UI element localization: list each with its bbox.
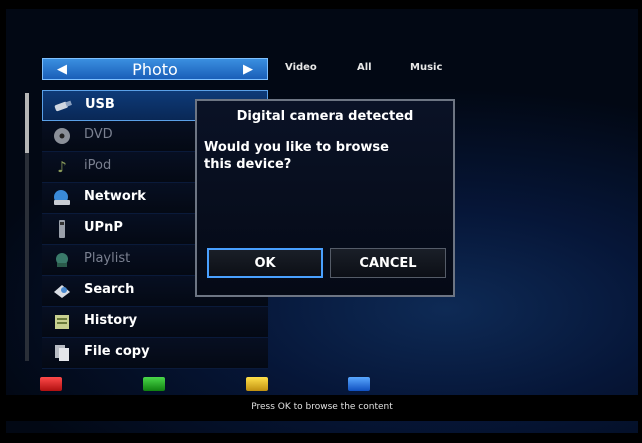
menu-item-file-copy[interactable]: File copy xyxy=(42,338,268,369)
category-current: Photo xyxy=(132,60,178,79)
usb-icon xyxy=(53,96,73,116)
menu-item-history[interactable]: History xyxy=(42,307,268,338)
cancel-button[interactable]: CANCEL xyxy=(330,248,446,278)
yellow-key-icon[interactable] xyxy=(246,377,268,391)
upnp-icon xyxy=(52,219,72,239)
playlist-icon xyxy=(52,250,72,270)
menu-label: Search xyxy=(84,282,135,297)
menu-label: File copy xyxy=(84,344,150,359)
file-copy-icon xyxy=(52,343,72,363)
disc-icon xyxy=(52,126,72,146)
menu-label: DVD xyxy=(84,127,113,142)
menu-label: Playlist xyxy=(84,251,131,266)
menu-label: iPod xyxy=(84,158,112,173)
arrow-right-icon[interactable]: ▶ xyxy=(243,62,253,77)
scrollbar-thumb[interactable] xyxy=(25,93,29,153)
category-selector[interactable]: ◀ Photo ▶ xyxy=(42,58,268,80)
dialog-title: Digital camera detected xyxy=(236,109,414,124)
history-icon xyxy=(52,312,72,332)
red-key-icon[interactable] xyxy=(40,377,62,391)
tab-all[interactable]: All xyxy=(357,62,372,73)
music-note-icon: ♪ xyxy=(57,158,67,176)
status-hint: Press OK to browse the content xyxy=(251,402,393,412)
camera-detected-dialog: Digital camera detected Would you like t… xyxy=(195,99,455,297)
green-key-icon[interactable] xyxy=(143,377,165,391)
menu-scrollbar[interactable] xyxy=(25,93,29,361)
menu-label: USB xyxy=(85,97,115,112)
menu-label: History xyxy=(84,313,138,328)
menu-label: Network xyxy=(84,189,146,204)
search-icon xyxy=(52,281,72,301)
ok-button[interactable]: OK xyxy=(207,248,323,278)
tab-video[interactable]: Video xyxy=(285,62,317,73)
menu-label: UPnP xyxy=(84,220,123,235)
network-icon xyxy=(52,188,72,208)
blue-key-icon[interactable] xyxy=(348,377,370,391)
tab-music[interactable]: Music xyxy=(410,62,442,73)
tv-screen: ◀ Photo ▶ Video All Music USB DVD ♪ iPod xyxy=(6,9,638,433)
dialog-message: Would you like to browse this device? xyxy=(204,140,389,172)
